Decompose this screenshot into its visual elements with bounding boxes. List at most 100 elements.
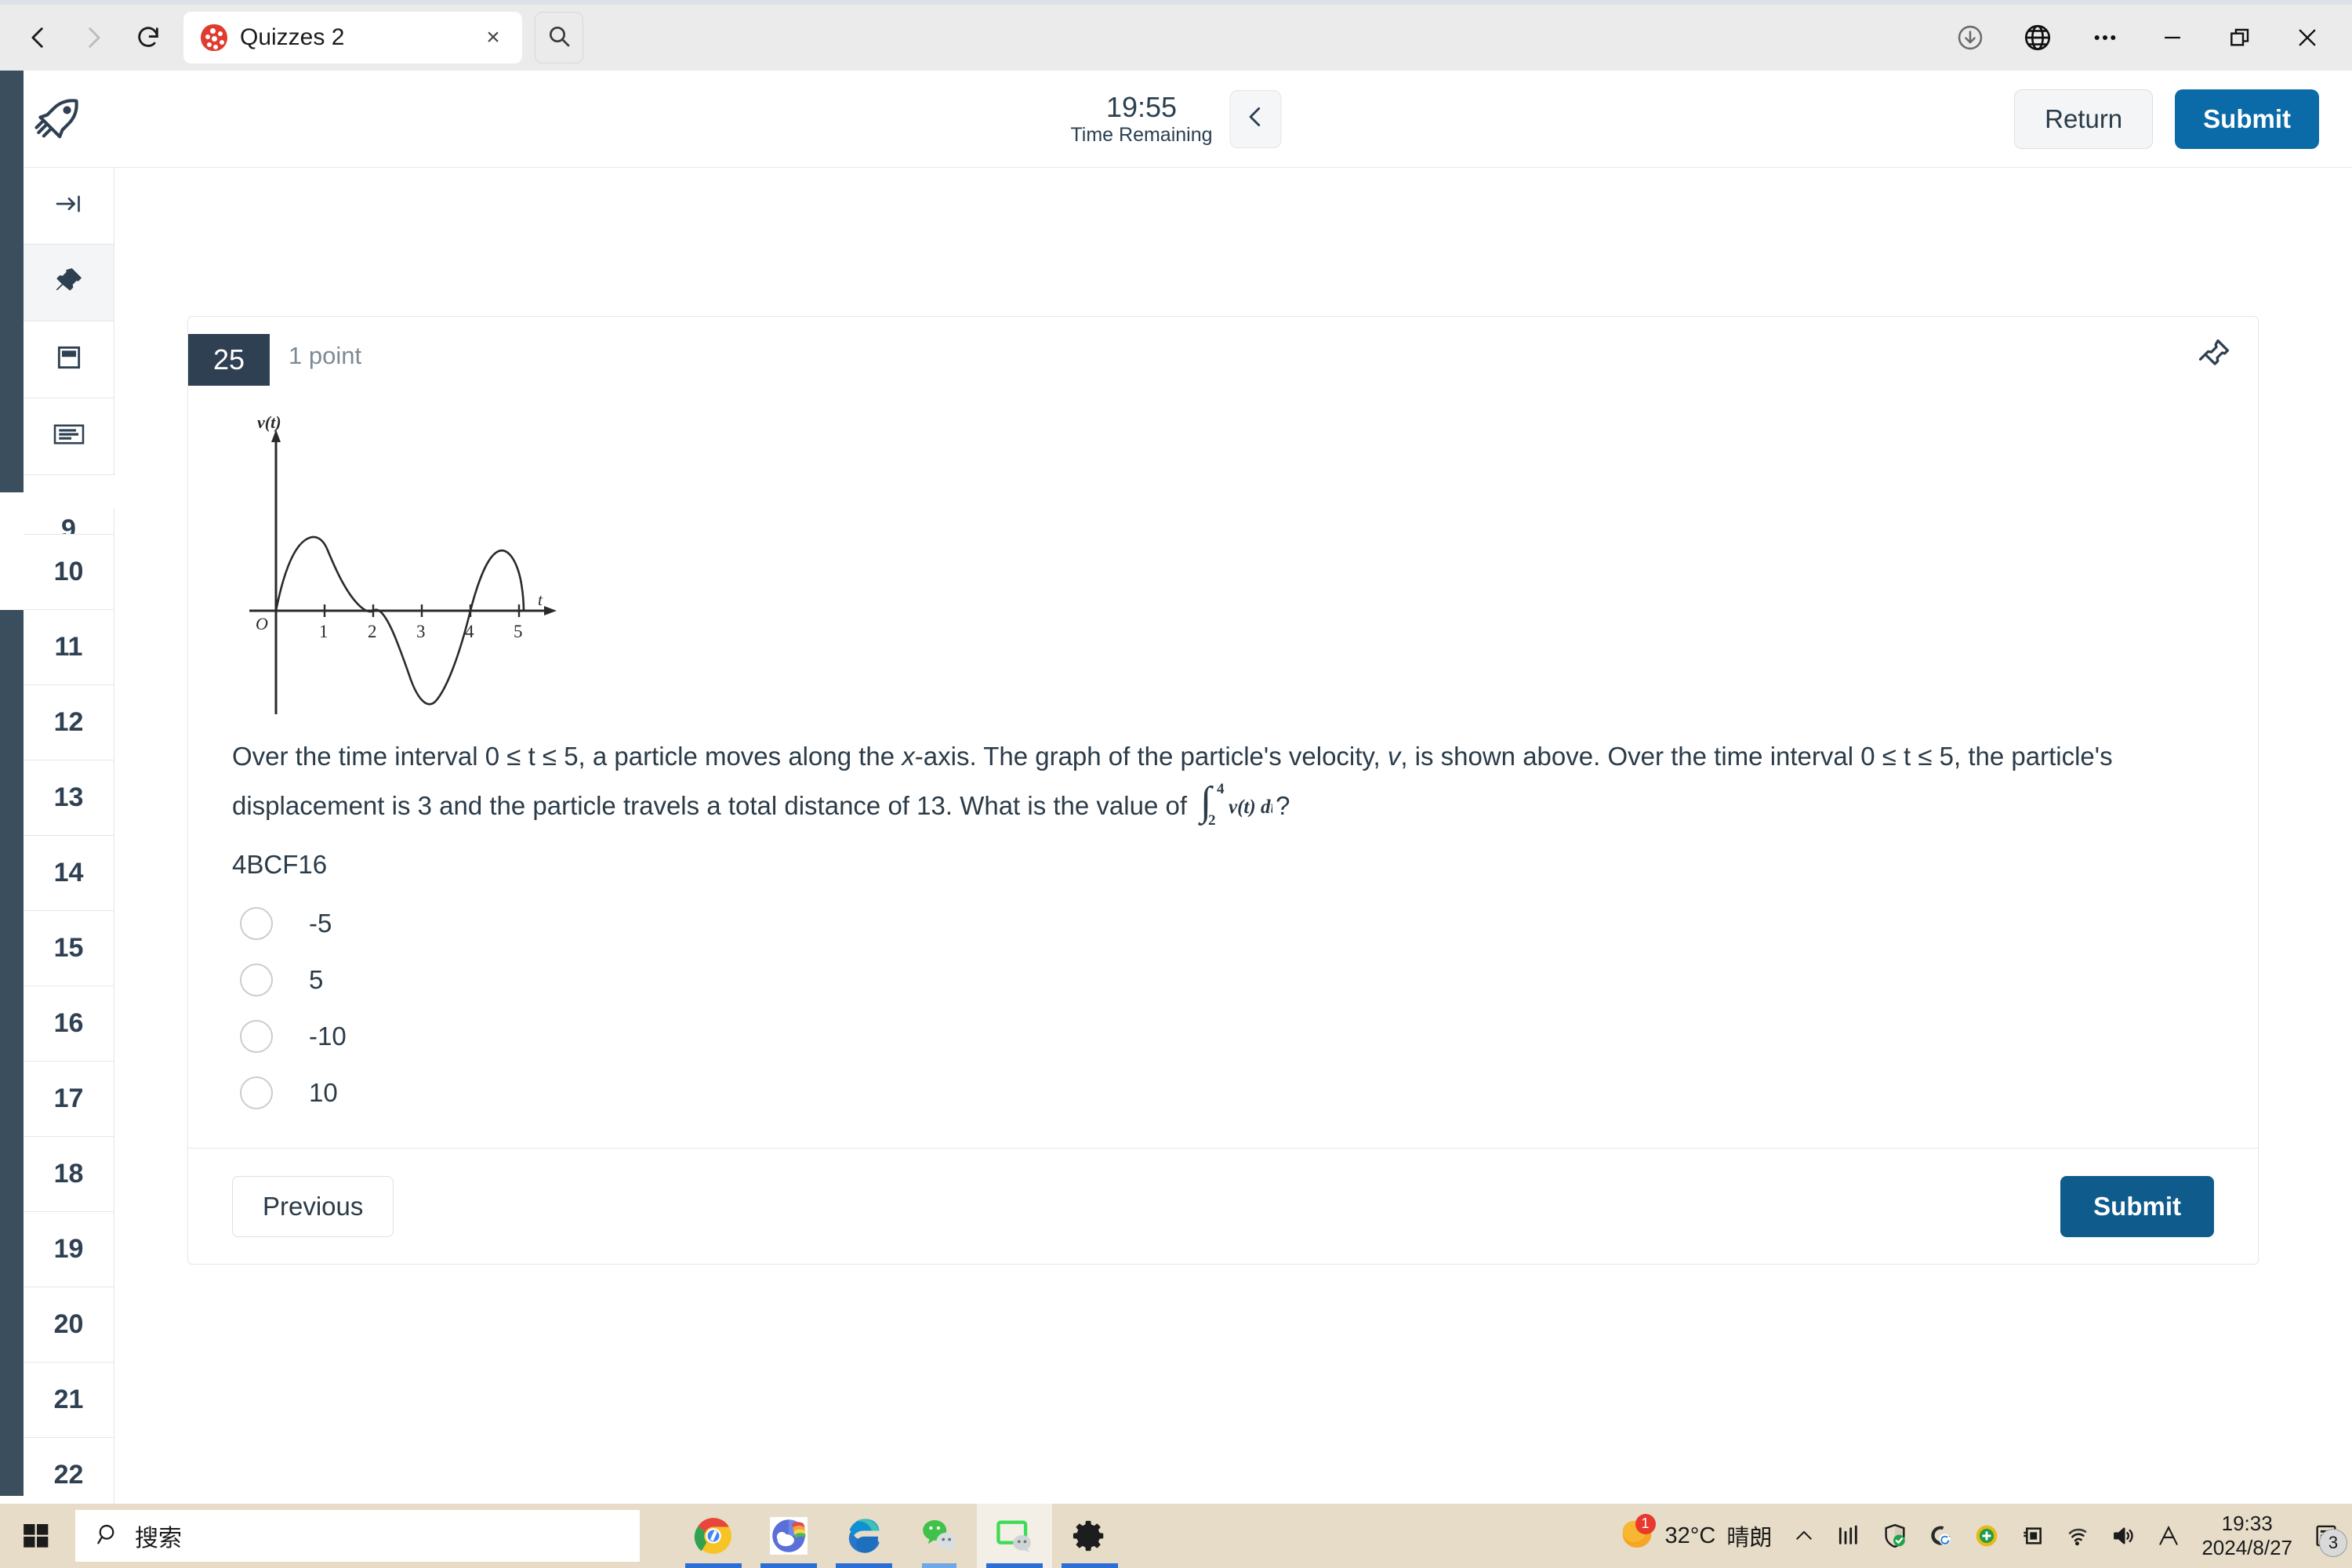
- forward-arrow-icon: [69, 13, 118, 62]
- globe-icon[interactable]: [2004, 8, 2071, 67]
- radio-option-3[interactable]: [240, 1020, 273, 1054]
- chrome-icon[interactable]: [676, 1504, 751, 1568]
- option-row-3[interactable]: -10: [232, 1008, 2214, 1065]
- search-icon: [96, 1522, 121, 1551]
- chevron-up-icon[interactable]: [1792, 1524, 1816, 1548]
- qnav-item-13[interactable]: 13: [24, 760, 114, 836]
- taskbar-search-placeholder: 搜索: [135, 1526, 182, 1552]
- pin-question-button[interactable]: [2192, 334, 2236, 378]
- qnav-item-12[interactable]: 12: [24, 685, 114, 760]
- left-dark-rail: [0, 71, 24, 1496]
- qnav-item-22[interactable]: 22: [24, 1438, 114, 1513]
- network-monitor-icon[interactable]: [1836, 1523, 1861, 1548]
- previous-button[interactable]: Previous: [232, 1175, 394, 1237]
- weather-temp: 32°C: [1664, 1523, 1716, 1548]
- window-controls: [1936, 8, 2352, 67]
- integral-expression: ∫ 4 2 v(t) dt: [1197, 776, 1276, 839]
- return-button[interactable]: Return: [2014, 89, 2154, 149]
- notifications-icon[interactable]: 3: [2313, 1523, 2347, 1557]
- settings-gear-icon[interactable]: [1052, 1504, 1127, 1568]
- weather-desc: 晴朗: [1726, 1526, 1773, 1551]
- windows-start-icon[interactable]: [0, 1504, 72, 1568]
- qnav-item-17[interactable]: 17: [24, 1062, 114, 1137]
- svg-text:v(t) dt: v(t) dt: [1229, 797, 1272, 818]
- plus-circle-icon[interactable]: [1974, 1523, 1999, 1548]
- qnav-item-19[interactable]: 19: [24, 1212, 114, 1287]
- taskbar-active-underline: [986, 1563, 1043, 1568]
- sidebar-item-pin[interactable]: [24, 245, 114, 321]
- wechat-icon[interactable]: [902, 1504, 977, 1568]
- sync-icon[interactable]: [1929, 1523, 1954, 1548]
- radio-option-2[interactable]: [240, 964, 273, 997]
- security-shield-icon[interactable]: [1882, 1523, 1908, 1549]
- taskbar-active-underline: [760, 1563, 817, 1568]
- pin-icon: [54, 266, 84, 299]
- qnav-item-14[interactable]: 14: [24, 836, 114, 911]
- option-label-3: -10: [309, 1022, 347, 1051]
- ime-icon[interactable]: [2156, 1523, 2181, 1548]
- printer-icon[interactable]: [2020, 1523, 2045, 1548]
- wifi-icon[interactable]: [2065, 1523, 2090, 1548]
- weather-widget[interactable]: 1 32°C 晴朗: [1620, 1513, 1773, 1555]
- notification-count-badge: 3: [2319, 1529, 2347, 1557]
- qnav-item-18[interactable]: 18: [24, 1137, 114, 1212]
- submit-button-top[interactable]: Submit: [2175, 89, 2319, 149]
- question-navigation: 9 10 11 12 13 14 15 16 17 18 19 20 21 22: [24, 508, 114, 1513]
- question-card: 25 1 point v(t) t O 1 2 3 4 5 Over the t…: [187, 316, 2259, 1265]
- option-row-1[interactable]: -5: [232, 895, 2214, 952]
- timer-block: 19:55 Time Remaining: [1070, 91, 1212, 146]
- download-icon[interactable]: [1936, 8, 2004, 67]
- tab-strip: Quizzes 2 ×: [183, 12, 583, 64]
- qnav-item-21[interactable]: 21: [24, 1363, 114, 1438]
- more-options-icon[interactable]: [2071, 8, 2139, 67]
- browser-nav-buttons: [14, 13, 172, 62]
- weather-app-icon[interactable]: [751, 1504, 826, 1568]
- question-footer: Previous Submit: [188, 1148, 2258, 1264]
- submit-button-bottom[interactable]: Submit: [2060, 1175, 2214, 1237]
- velocity-graph-svg: v(t) t O 1 2 3 4 5: [249, 412, 557, 714]
- svg-text:4: 4: [1217, 781, 1225, 797]
- qnav-item-15[interactable]: 15: [24, 911, 114, 986]
- reload-icon[interactable]: [124, 13, 172, 62]
- browser-tab[interactable]: Quizzes 2 ×: [183, 12, 522, 64]
- qnav-item-11[interactable]: 11: [24, 610, 114, 685]
- clock-date: 2024/8/27: [2201, 1536, 2292, 1559]
- radio-option-1[interactable]: [240, 907, 273, 941]
- collapse-timer-button[interactable]: [1229, 89, 1282, 148]
- option-row-2[interactable]: 5: [232, 952, 2214, 1008]
- qnav-item-16[interactable]: 16: [24, 986, 114, 1062]
- option-label-1: -5: [309, 909, 332, 938]
- chevron-left-icon: [1243, 103, 1269, 134]
- qnav-item-10[interactable]: 10: [24, 535, 114, 610]
- collapse-panel-icon: [53, 188, 85, 223]
- radio-option-4[interactable]: [240, 1076, 273, 1110]
- velocity-graph: v(t) t O 1 2 3 4 5: [188, 412, 2258, 722]
- volume-icon[interactable]: [2111, 1523, 2136, 1548]
- sidebar-item-calculator[interactable]: [24, 321, 114, 398]
- qnav-item-20[interactable]: 20: [24, 1287, 114, 1363]
- taskbar: 搜索 1 32°C 晴朗 19:33 2024/8/27 3: [0, 1504, 2352, 1568]
- search-icon: [546, 24, 572, 53]
- reference-sheet-icon: [53, 421, 85, 452]
- svg-text:5: 5: [514, 622, 523, 641]
- question-header: 25 1 point: [188, 317, 2258, 412]
- system-tray: 1 32°C 晴朗 19:33 2024/8/27 3: [1620, 1512, 2352, 1560]
- back-arrow-icon[interactable]: [14, 13, 63, 62]
- sidebar-item-collapse[interactable]: [24, 168, 114, 245]
- close-icon[interactable]: [2274, 8, 2341, 67]
- header-actions: Return Submit: [2014, 89, 2352, 149]
- edge-icon[interactable]: [826, 1504, 902, 1568]
- restore-icon[interactable]: [2206, 8, 2274, 67]
- question-number-badge: 25: [188, 334, 270, 386]
- sidebar-item-reference[interactable]: [24, 398, 114, 475]
- taskbar-search-box[interactable]: 搜索: [75, 1510, 640, 1562]
- close-icon[interactable]: ×: [481, 24, 505, 51]
- minimize-icon[interactable]: [2139, 8, 2206, 67]
- option-row-4[interactable]: 10: [232, 1065, 2214, 1121]
- svg-text:2: 2: [368, 622, 377, 641]
- tab-search-button[interactable]: [535, 12, 583, 64]
- qnav-item-9[interactable]: 9: [24, 508, 114, 535]
- clock[interactable]: 19:33 2024/8/27: [2201, 1512, 2292, 1560]
- timer-label: Time Remaining: [1070, 123, 1213, 146]
- wechat-devtools-icon[interactable]: [977, 1504, 1052, 1568]
